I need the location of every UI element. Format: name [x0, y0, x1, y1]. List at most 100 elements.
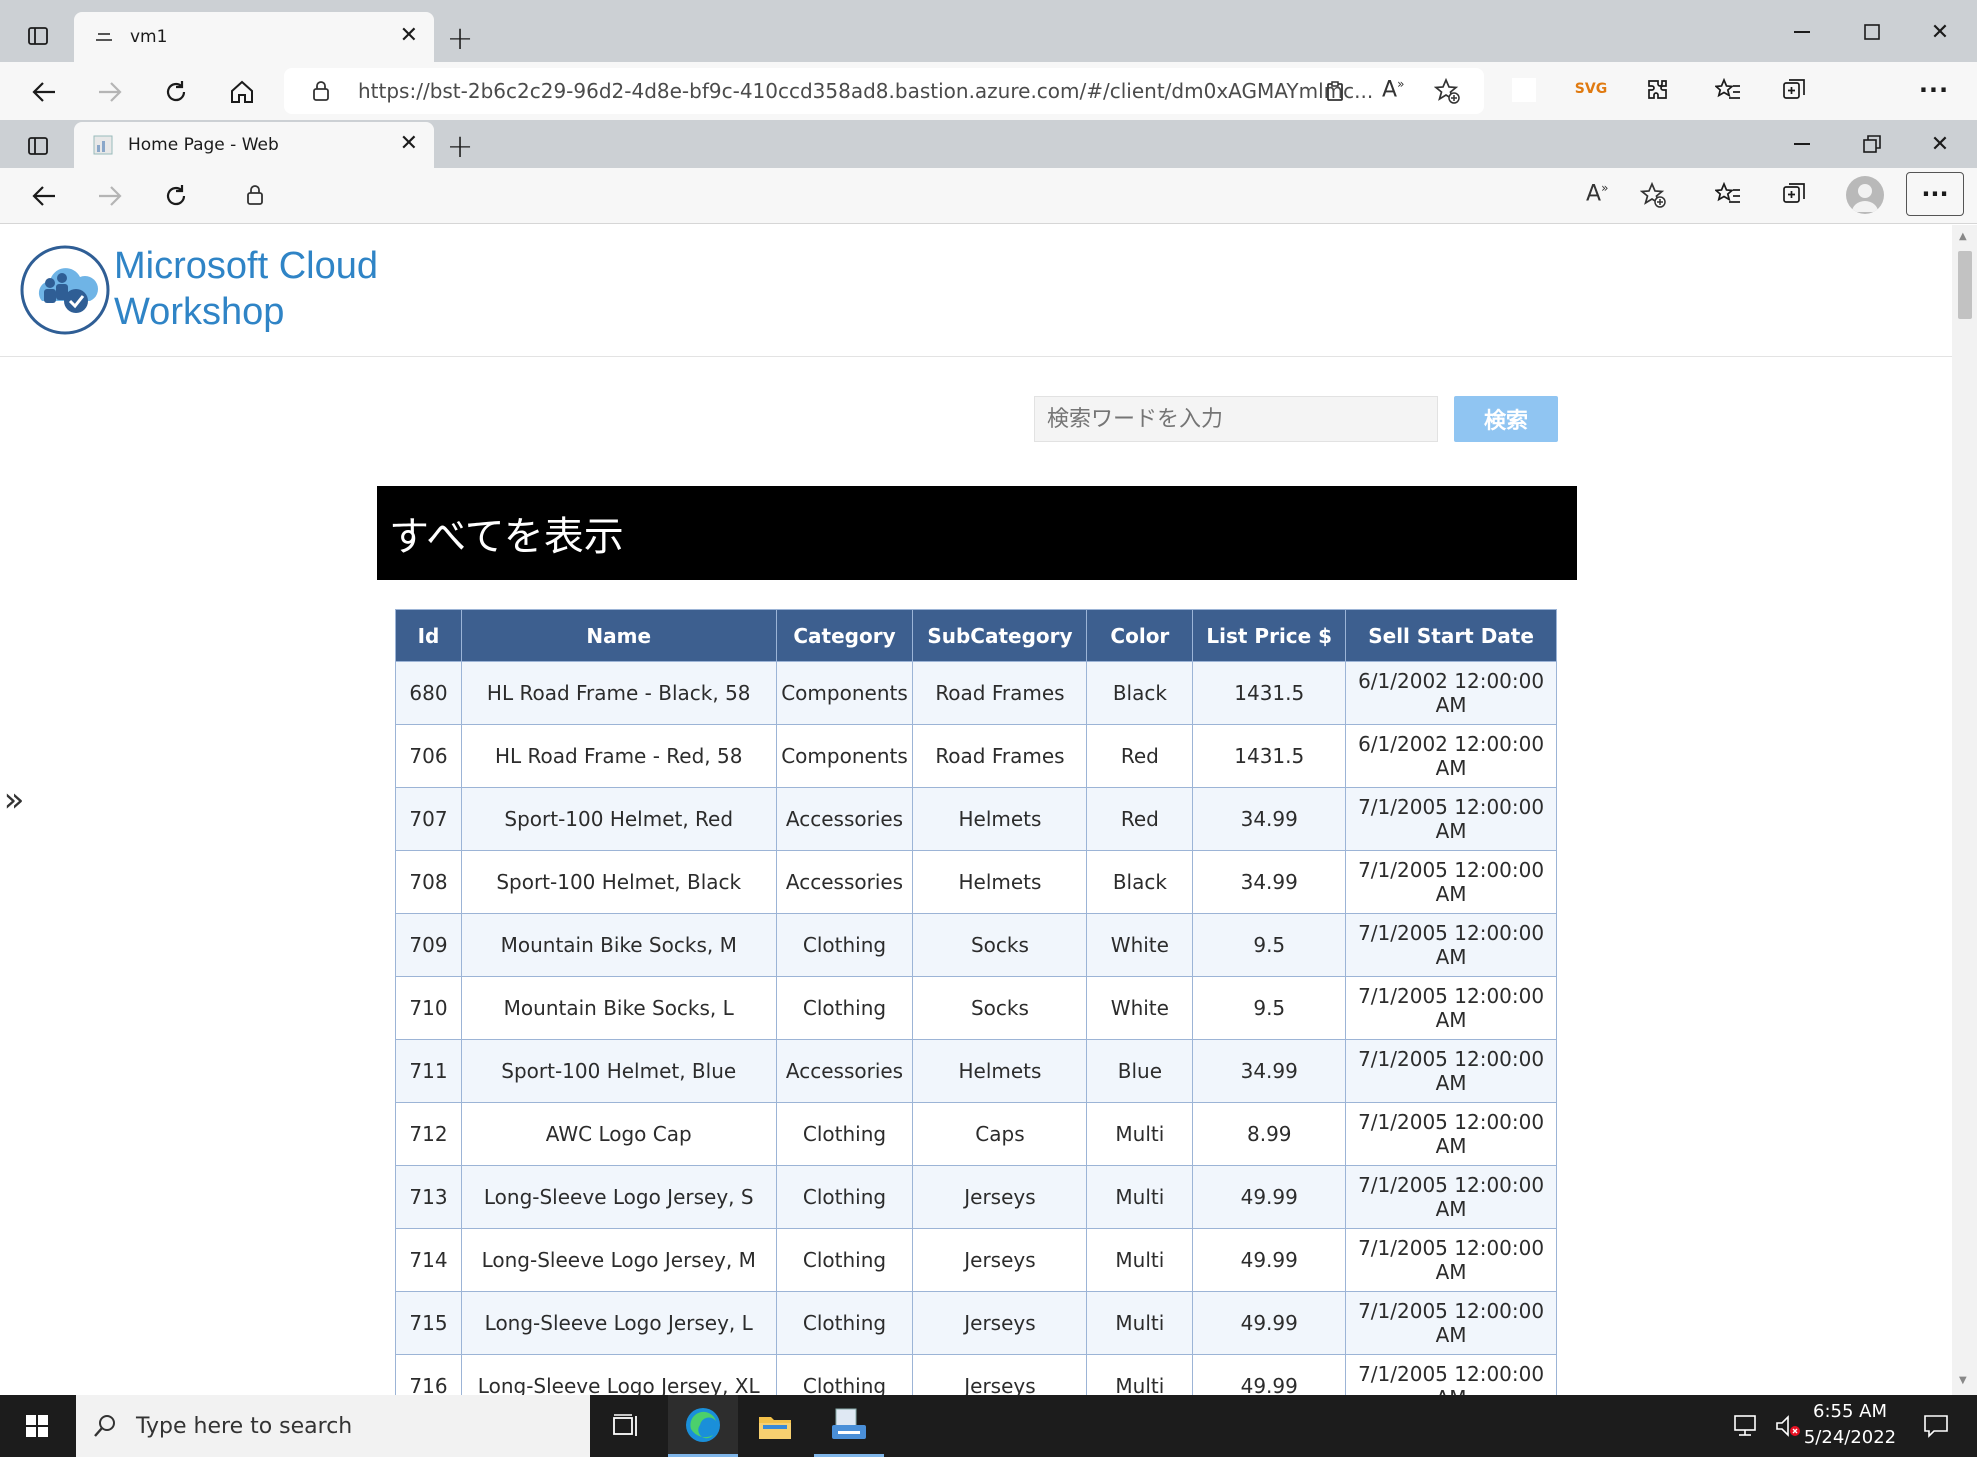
inner-more-icon[interactable]: ··· — [1906, 172, 1964, 216]
outer-refresh-icon[interactable] — [156, 72, 196, 112]
column-header-subcategory[interactable]: SubCategory — [912, 609, 1088, 662]
cell-list-price: 49.99 — [1192, 1228, 1347, 1292]
inner-forward-icon[interactable] — [90, 176, 130, 216]
scroll-up-arrow-icon[interactable]: ▲ — [1959, 231, 1967, 242]
inner-collections-icon[interactable] — [1776, 176, 1812, 212]
column-header-name[interactable]: Name — [460, 609, 777, 662]
table-row: 713 Long-Sleeve Logo Jersey, S Clothing Jer… — [395, 1165, 1557, 1229]
site-brand[interactable]: Microsoft Cloud Workshop — [114, 243, 378, 335]
outer-back-icon[interactable] — [24, 72, 64, 112]
inner-minimize-button[interactable] — [1780, 124, 1824, 164]
inner-add-favorite-icon[interactable] — [1640, 182, 1666, 208]
outer-tab-actions-icon[interactable] — [20, 18, 56, 54]
cell-id: 711 — [395, 1039, 462, 1103]
inner-favorites-icon[interactable] — [1710, 176, 1746, 212]
cell-list-price: 8.99 — [1192, 1102, 1347, 1166]
cell-list-price: 34.99 — [1192, 1039, 1347, 1103]
outer-collections-icon[interactable] — [1776, 72, 1812, 108]
outer-tab-strip: vm1 ✕ + ✕ — [0, 0, 1977, 62]
file-explorer-icon[interactable] — [740, 1395, 810, 1457]
inner-refresh-icon[interactable] — [156, 176, 196, 216]
outer-forward-icon[interactable] — [90, 72, 130, 112]
taskbar-search-icon — [92, 1413, 118, 1439]
cell-category: Clothing — [775, 1165, 914, 1229]
inner-back-icon[interactable] — [24, 176, 64, 216]
cell-color: Multi — [1086, 1291, 1194, 1355]
outer-add-favorite-icon[interactable] — [1434, 78, 1460, 104]
task-view-icon[interactable] — [596, 1395, 656, 1457]
outer-read-aloud-icon[interactable]: A» — [1382, 77, 1404, 102]
outer-minimize-button[interactable] — [1780, 12, 1824, 52]
cell-sell-start-date: 7/1/2005 12:00:00 AM — [1345, 976, 1557, 1040]
section-title: すべてを表示 — [377, 486, 1577, 580]
cell-sell-start-date: 7/1/2005 12:00:00 AM — [1345, 850, 1557, 914]
edge-app-icon[interactable] — [668, 1395, 738, 1457]
remote-app-icon[interactable] — [814, 1395, 884, 1457]
cell-color: Multi — [1086, 1354, 1194, 1395]
cell-list-price: 34.99 — [1192, 787, 1347, 851]
inner-tab-home-page[interactable]: Home Page - Web ✕ — [74, 122, 434, 168]
outer-more-icon[interactable]: ··· — [1916, 72, 1952, 108]
inner-read-aloud-icon[interactable]: A» — [1586, 181, 1608, 206]
cell-name: AWC Logo Cap — [460, 1102, 777, 1166]
inner-close-button[interactable]: ✕ — [1918, 124, 1962, 164]
outer-svg-extension-icon[interactable]: SVG — [1575, 74, 1607, 104]
inner-new-tab-button[interactable]: + — [440, 126, 480, 166]
table-row: 706 HL Road Frame - Red, 58 Components Road… — [395, 724, 1557, 788]
inner-tab-close-icon[interactable]: ✕ — [400, 133, 418, 155]
outer-favorites-icon[interactable] — [1710, 72, 1746, 108]
inner-toolbar: A» ··· — [0, 168, 1977, 224]
scrollbar-thumb[interactable] — [1958, 251, 1972, 319]
section-title-text: すべてを表示 — [389, 514, 624, 560]
site-logo-icon[interactable] — [20, 245, 110, 335]
column-header-id[interactable]: Id — [395, 609, 462, 662]
page-scrollbar[interactable]: ▲ ▼ — [1952, 225, 1977, 1395]
cell-category: Clothing — [775, 1354, 914, 1395]
cell-id: 707 — [395, 787, 462, 851]
cell-category: Components — [775, 661, 914, 725]
column-header-color[interactable]: Color — [1086, 609, 1194, 662]
cell-category: Clothing — [775, 1102, 914, 1166]
cell-subcategory: Road Frames — [912, 661, 1088, 725]
inner-profile-avatar[interactable] — [1846, 176, 1884, 214]
cell-sell-start-date: 7/1/2005 12:00:00 AM — [1345, 913, 1557, 977]
outer-home-icon[interactable] — [222, 72, 262, 112]
outer-clipboard-icon[interactable] — [1326, 80, 1344, 102]
start-button-icon[interactable] — [0, 1395, 74, 1457]
network-icon[interactable] — [1726, 1395, 1766, 1457]
outer-address-bar[interactable]: https://bst-2b6c2c29-96d2-4d8e-bf9c-410c… — [284, 68, 1484, 114]
table-row: 707 Sport-100 Helmet, Red Accessories Helme… — [395, 787, 1557, 851]
cell-sell-start-date: 7/1/2005 12:00:00 AM — [1345, 1165, 1557, 1229]
outer-new-tab-button[interactable]: + — [440, 18, 480, 58]
brand-line-1: Microsoft Cloud — [114, 245, 378, 287]
cell-subcategory: Jerseys — [912, 1291, 1088, 1355]
inner-restore-button[interactable] — [1850, 124, 1894, 164]
search-button[interactable]: 検索 — [1454, 396, 1558, 442]
outer-maximize-button[interactable] — [1850, 12, 1894, 52]
taskbar-clock[interactable]: 6:55 AM 5/24/2022 — [1800, 1399, 1900, 1455]
outer-tab-close-icon[interactable]: ✕ — [400, 25, 418, 47]
outer-close-button[interactable]: ✕ — [1918, 12, 1962, 52]
outer-tab-vm1[interactable]: vm1 ✕ — [74, 12, 434, 62]
cell-subcategory: Socks — [912, 913, 1088, 977]
outer-extension-blank-icon[interactable] — [1512, 78, 1536, 102]
bastion-side-toggle[interactable]: » — [0, 772, 28, 828]
cell-name: Long-Sleeve Logo Jersey, S — [460, 1165, 777, 1229]
cell-subcategory: Caps — [912, 1102, 1088, 1166]
cell-category: Clothing — [775, 1291, 914, 1355]
outer-extensions-icon[interactable] — [1640, 72, 1676, 108]
inner-tab-strip: Home Page - Web ✕ + ✕ — [0, 120, 1977, 168]
column-header-category[interactable]: Category — [775, 609, 914, 662]
cell-id: 709 — [395, 913, 462, 977]
inner-tab-actions-icon[interactable] — [20, 128, 56, 164]
taskbar-search-box[interactable]: Type here to search — [76, 1395, 590, 1457]
search-input[interactable] — [1034, 396, 1438, 442]
column-header-sell-start-date[interactable]: Sell Start Date — [1345, 609, 1557, 662]
scroll-down-arrow-icon[interactable]: ▼ — [1959, 1375, 1967, 1386]
cell-list-price: 49.99 — [1192, 1165, 1347, 1229]
inner-address-bar[interactable]: A» — [218, 172, 1666, 218]
column-header-list-price[interactable]: List Price $ — [1192, 609, 1347, 662]
cell-category: Clothing — [775, 913, 914, 977]
action-center-icon[interactable] — [1906, 1395, 1966, 1457]
outer-lock-icon — [312, 80, 336, 102]
